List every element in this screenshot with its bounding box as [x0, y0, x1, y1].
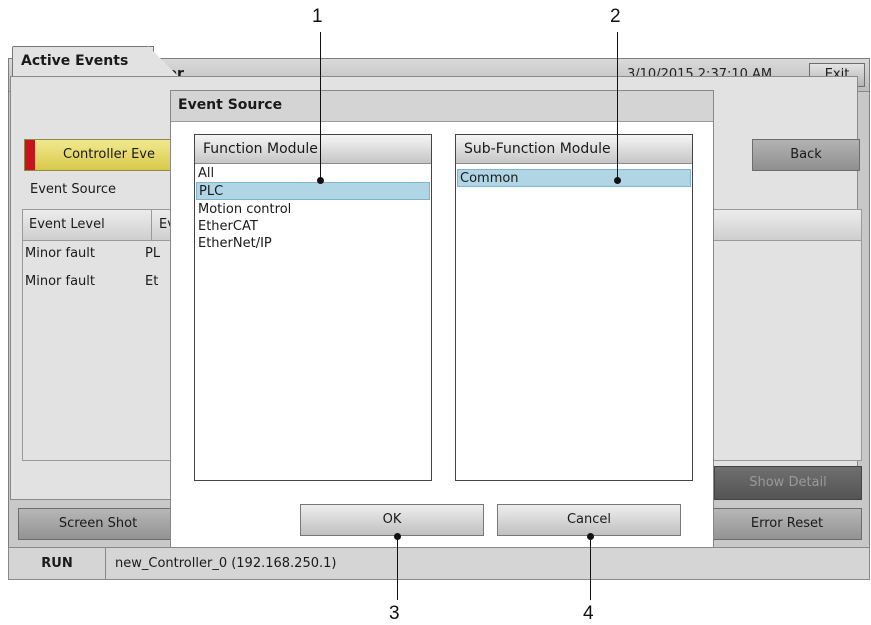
callout-number: 3 — [389, 603, 400, 624]
tab-active-events-label: Active Events — [21, 53, 129, 69]
tab-edge — [148, 46, 178, 76]
list-item-all[interactable]: All — [196, 165, 430, 183]
controller-events-label: Controller Eve — [63, 147, 155, 162]
sub-function-module-header-label: Sub-Function Module — [464, 141, 611, 157]
error-indicator — [25, 140, 35, 170]
operating-mode: RUN — [9, 548, 106, 579]
cell-event-level: Minor fault — [25, 246, 95, 261]
cancel-button[interactable]: Cancel — [497, 504, 681, 536]
list-item-ethercat[interactable]: EtherCAT — [196, 218, 430, 236]
function-module-header: Function Module — [195, 135, 431, 164]
cell-event-level: Minor fault — [25, 274, 95, 289]
column-divider — [151, 210, 152, 240]
callout-number: 4 — [583, 603, 594, 624]
back-button[interactable]: Back — [752, 139, 860, 171]
event-source-dialog: Event Source Function Module All PLC Mot… — [170, 90, 714, 548]
list-item-plc[interactable]: PLC — [196, 182, 430, 200]
column-header-event-level[interactable]: Event Level — [29, 217, 105, 232]
cell-event-source: Et — [145, 274, 159, 289]
list-item-ethernet-ip[interactable]: EtherNet/IP — [196, 235, 430, 253]
list-item-common[interactable]: Common — [457, 169, 691, 187]
callout-leader-line — [397, 538, 398, 600]
status-bar: RUN new_Controller_0 (192.168.250.1) — [8, 547, 870, 580]
callout-leader-line — [590, 538, 591, 600]
event-source-filter-label: Event Source — [30, 182, 117, 197]
callout-dot — [317, 177, 324, 184]
callout-leader-line — [617, 32, 618, 180]
show-detail-button[interactable]: Show Detail — [714, 466, 862, 500]
callout-number: 2 — [610, 6, 621, 27]
controller-events-button[interactable]: Controller Eve — [24, 139, 180, 171]
sub-function-module-list[interactable]: Sub-Function Module Common — [455, 134, 693, 481]
callout-leader-line — [320, 32, 321, 180]
callout-dot — [614, 177, 621, 184]
dialog-title-bar: Event Source — [171, 91, 713, 122]
error-reset-button[interactable]: Error Reset — [712, 508, 862, 540]
tab-active-events[interactable]: Active Events — [12, 46, 154, 77]
function-module-header-label: Function Module — [203, 141, 318, 157]
dialog-title: Event Source — [178, 97, 283, 113]
list-item-motion-control[interactable]: Motion control — [196, 201, 430, 219]
function-module-list[interactable]: Function Module All PLC Motion control E… — [194, 134, 432, 481]
connection-info: new_Controller_0 (192.168.250.1) — [115, 556, 337, 571]
sub-function-module-header: Sub-Function Module — [456, 135, 692, 164]
screen-shot-button[interactable]: Screen Shot — [18, 508, 178, 540]
callout-number: 1 — [312, 6, 323, 27]
ok-button[interactable]: OK — [300, 504, 484, 536]
cell-event-source: PL — [145, 246, 161, 261]
